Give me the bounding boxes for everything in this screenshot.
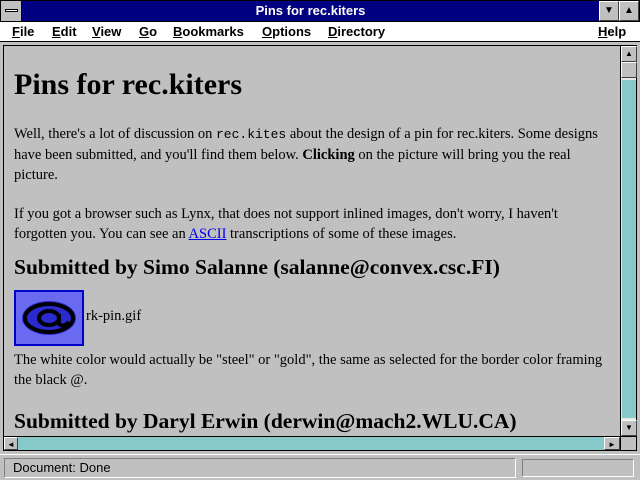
ascii-link[interactable]: ASCII: [189, 226, 227, 242]
document-frame: Pins for rec.kiters Well, there's a lot …: [3, 45, 637, 451]
document-content: Pins for rec.kiters Well, there's a lot …: [4, 46, 620, 436]
vertical-scrollbar[interactable]: ▲ ▼: [620, 46, 637, 436]
scroll-down-button[interactable]: ▼: [621, 420, 637, 436]
menu-go[interactable]: Go: [139, 24, 157, 39]
status-bar: Document: Done: [0, 454, 640, 480]
minimize-button[interactable]: ▼: [599, 1, 619, 21]
menu-edit[interactable]: Edit: [52, 24, 77, 39]
at-sign-pin-icon: [22, 301, 76, 335]
pin-image-row: rk-pin.gif: [14, 290, 610, 348]
lynx-paragraph: If you got a browser such as Lynx, that …: [14, 206, 558, 242]
scroll-up-button[interactable]: ▲: [621, 46, 637, 62]
vertical-scroll-track[interactable]: [622, 80, 636, 418]
pin-image-link[interactable]: [14, 290, 84, 346]
progress-indicator: [522, 459, 634, 477]
menu-help[interactable]: Help: [598, 24, 626, 39]
vertical-scroll-thumb[interactable]: [621, 62, 637, 78]
system-menu-icon: [5, 9, 18, 12]
page-heading: Pins for rec.kiters: [14, 68, 243, 101]
intro-paragraph: Well, there's a lot of discussion on rec…: [14, 126, 598, 183]
scrollbar-corner: [620, 436, 636, 450]
scroll-left-button[interactable]: ◄: [4, 437, 18, 450]
menu-options[interactable]: Options: [262, 24, 311, 39]
scroll-right-button[interactable]: ►: [604, 437, 620, 450]
image-caption: rk-pin.gif: [86, 308, 142, 324]
newsgroup-name: rec.kites: [216, 127, 287, 142]
system-menu-button[interactable]: [1, 1, 22, 21]
status-text: Document: Done: [4, 458, 516, 478]
color-note-paragraph: The white color would actually be "steel…: [14, 352, 603, 388]
menu-bookmarks[interactable]: Bookmarks: [173, 24, 244, 39]
window-title: Pins for rec.kiters: [255, 3, 366, 18]
menu-file[interactable]: File: [12, 24, 34, 39]
menu-view[interactable]: View: [92, 24, 121, 39]
menu-directory[interactable]: Directory: [328, 24, 385, 39]
title-bar: Pins for rec.kiters ▼ ▲: [0, 0, 640, 22]
maximize-button[interactable]: ▲: [619, 1, 639, 21]
section-heading-salanne: Submitted by Simo Salanne (salanne@conve…: [14, 255, 500, 279]
menu-bar: File Edit View Go Bookmarks Options Dire…: [0, 22, 640, 42]
section-heading-erwin: Submitted by Daryl Erwin (derwin@mach2.W…: [14, 409, 517, 433]
horizontal-scrollbar[interactable]: ◄ ►: [4, 436, 620, 450]
